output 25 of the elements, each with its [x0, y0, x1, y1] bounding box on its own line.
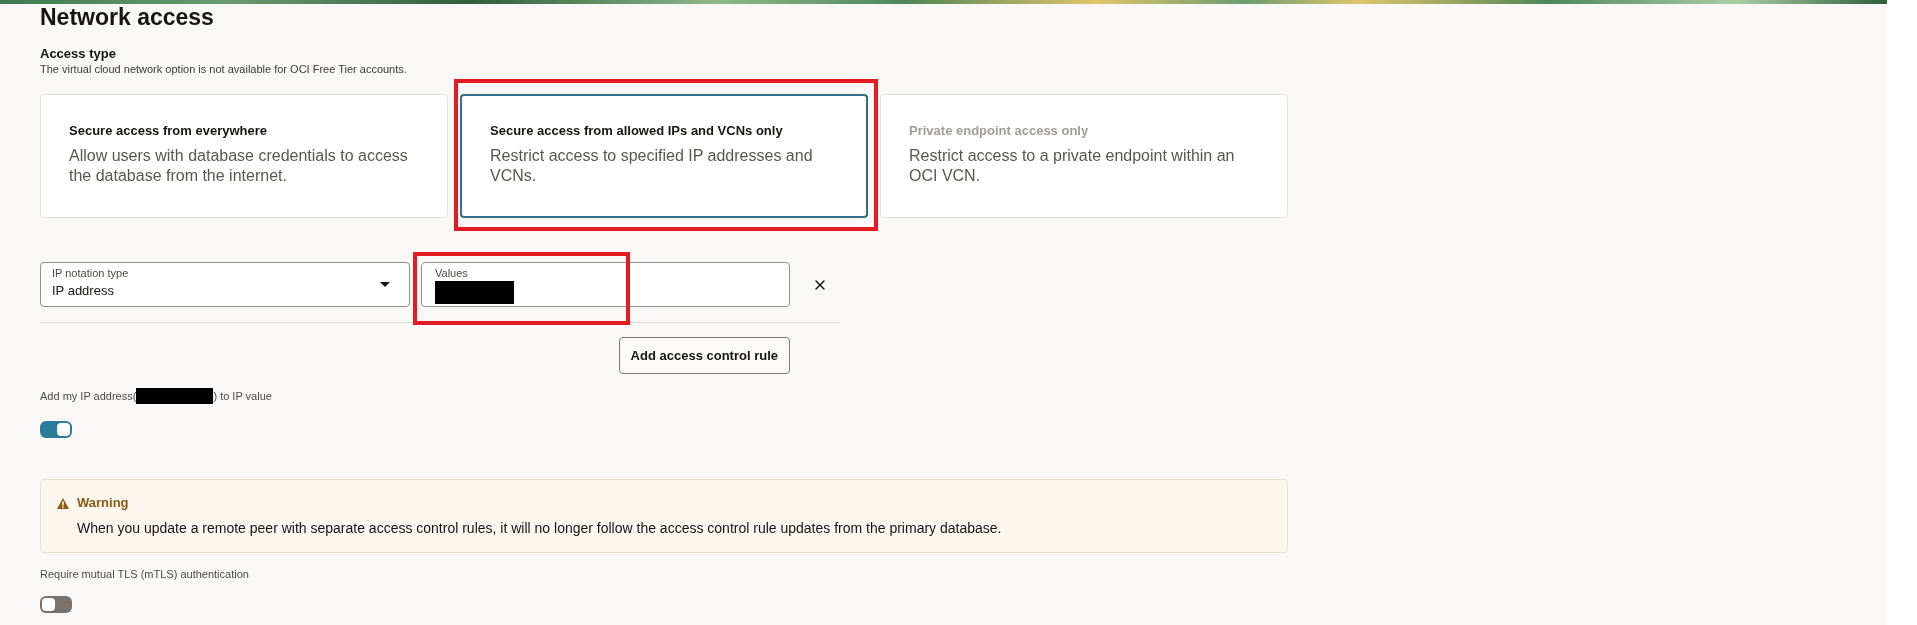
field-label: IP notation type: [52, 267, 129, 280]
field-label: Values: [435, 267, 468, 280]
warning-message: When you update a remote peer with separate access control rules, it will no longer follow the access control rule updates from the primary database.: [77, 519, 1002, 537]
option-description: Allow users with database credentials to access the database from the internet.: [69, 146, 409, 186]
ip-notation-select[interactable]: IP notation type IP address: [40, 262, 410, 307]
add-rule-button[interactable]: Add access control rule: [618, 337, 790, 374]
toggle-switch[interactable]: [40, 596, 72, 613]
toggle-label: Require mutual TLS (mTLS) authentication: [40, 567, 249, 581]
access-option-card[interactable]: Secure access from allowed IPs and VCNs only Restrict access to specified IP addresses and VCNs.: [460, 94, 868, 218]
caret-down-icon: [380, 282, 390, 287]
warning-icon: [57, 498, 69, 509]
option-description: Restrict access to specified IP addresses and VCNs.: [490, 146, 814, 186]
option-title: Private endpoint access only: [909, 123, 1089, 139]
option-title: Secure access from allowed IPs and VCNs only: [490, 123, 783, 139]
section-title: Network access: [40, 4, 214, 30]
toggle-label-suffix: ) to IP value: [213, 389, 272, 404]
access-type-label: Access type: [40, 46, 116, 62]
access-type-help: The virtual cloud network option is not available for OCI Free Tier accounts.: [40, 63, 407, 76]
access-option-card[interactable]: Secure access from everywhere Allow users with database credentials to access the database from the internet.: [40, 94, 448, 218]
toggle-label: Add my IP address(: [40, 389, 137, 404]
option-description: Restrict access to a private endpoint within an OCI VCN.: [909, 146, 1236, 186]
values-input[interactable]: Values: [421, 262, 790, 307]
toggle-switch[interactable]: [40, 421, 72, 438]
option-title: Secure access from everywhere: [69, 123, 267, 139]
warning-title: Warning: [77, 495, 129, 511]
